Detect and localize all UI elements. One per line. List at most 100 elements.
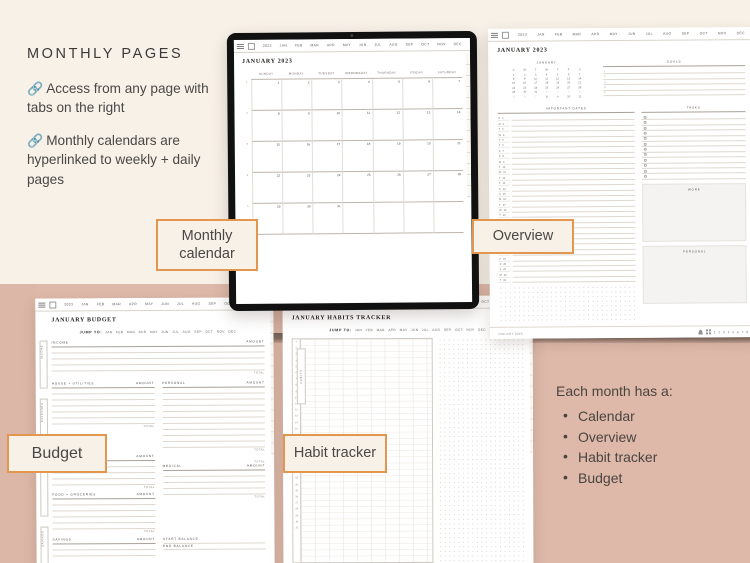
jump-month-tab[interactable]: MAR [377, 328, 385, 332]
side-month-tab[interactable] [270, 410, 274, 422]
calendar-day-cell[interactable]: 5 [371, 78, 403, 110]
jump-month-tab[interactable]: JAN [355, 328, 362, 332]
month-tab[interactable]: JAN [81, 302, 88, 306]
month-tab[interactable]: SEP [208, 302, 216, 306]
personal-note-box[interactable]: PERSONAL [642, 244, 747, 304]
budget-jump-nav[interactable]: JUMP TO: JAN FEB MAR APR MAY JUN JUL AUG SEP OCT N… [51, 329, 264, 335]
tasks-checklist[interactable] [641, 114, 746, 180]
jump-month-tab[interactable]: DEC [478, 328, 486, 332]
calendar-day-cell[interactable]: 14 [432, 108, 463, 140]
side-month-tab[interactable] [529, 375, 533, 387]
section-rows[interactable] [162, 386, 266, 448]
calendar-day-cell[interactable]: 15 [251, 141, 283, 173]
month-tab[interactable]: MAR [573, 32, 582, 36]
goal-line[interactable]: 5 [603, 89, 746, 97]
checkbox-icon[interactable] [643, 126, 648, 130]
jump-month-tab[interactable]: SEP [444, 328, 452, 332]
month-tab[interactable]: DEC [454, 42, 462, 46]
month-tab[interactable]: MAR [310, 43, 319, 47]
section-rows[interactable] [52, 498, 155, 530]
checkbox-icon[interactable] [644, 164, 648, 168]
side-month-tab[interactable] [466, 130, 471, 143]
calendar-day-cell[interactable]: 11 [341, 109, 373, 141]
jump-month-tab[interactable]: FEB [366, 328, 373, 332]
jump-month-tab[interactable]: JUL [422, 328, 429, 332]
page-number[interactable]: 6 [737, 330, 739, 334]
mini-calendar-day[interactable]: 10 [563, 95, 574, 99]
jump-month-tab[interactable]: APR [139, 330, 147, 334]
jump-month-tab[interactable]: AUG [183, 330, 191, 334]
calendar-day-cell[interactable]: 16 [281, 140, 313, 173]
calendar-day-cell[interactable]: 18 [342, 140, 373, 172]
budget-edge-tabs[interactable] [269, 311, 275, 455]
goals-lines[interactable]: 123 45 [603, 68, 746, 97]
month-tab[interactable]: FEB [555, 32, 563, 36]
checkbox-icon[interactable] [643, 115, 647, 119]
side-tab-savings[interactable]: SAVINGS [40, 526, 49, 563]
page-number[interactable]: 3 [723, 330, 725, 334]
side-month-tab[interactable] [529, 430, 534, 442]
month-tab[interactable]: MAY [145, 302, 153, 306]
jump-month-tab[interactable]: NOV [466, 328, 474, 332]
hamburger-icon[interactable] [38, 301, 46, 309]
calendar-day-cell[interactable]: 30 [282, 202, 313, 235]
jump-month-list[interactable]: JAN FEB MAR APR MAY JUN JUL AUG SEP OCT NOV DEC [355, 328, 486, 332]
month-tab[interactable]: 2023 [518, 33, 527, 37]
jump-month-tab[interactable]: DEC [228, 330, 236, 334]
side-month-tab[interactable] [270, 443, 275, 455]
month-tab[interactable]: JUL [177, 302, 184, 306]
calendar-day-cell[interactable]: 26 [372, 171, 403, 203]
calendar-day-cell[interactable]: 10 [311, 109, 343, 141]
important-dates-lines[interactable] [511, 114, 637, 283]
page-number[interactable]: 4 [728, 330, 730, 334]
side-month-tab[interactable] [270, 344, 274, 356]
calendar-day-cell[interactable] [372, 202, 404, 234]
month-tab[interactable]: FEB [295, 43, 303, 47]
jump-month-tab[interactable]: MAR [127, 330, 135, 334]
mini-calendar-day[interactable]: 6 [519, 95, 530, 99]
jump-month-tab[interactable]: MAY [400, 328, 408, 332]
document-icon[interactable] [49, 301, 57, 309]
side-month-tab[interactable] [269, 311, 274, 323]
jump-month-tab[interactable]: MAY [150, 330, 158, 334]
mini-calendar-day[interactable]: 5 [508, 95, 519, 99]
calendar-day-cell[interactable]: 25 [342, 171, 373, 203]
month-tab[interactable]: 2023 [64, 302, 73, 306]
side-month-tab[interactable] [529, 353, 533, 365]
jump-month-tab[interactable]: JUL [172, 330, 179, 334]
side-month-tab[interactable] [529, 342, 533, 354]
side-month-tab[interactable] [466, 108, 471, 121]
side-month-tab[interactable] [270, 355, 274, 367]
grid-icon[interactable] [705, 329, 711, 335]
jump-month-tab[interactable]: AUG [432, 328, 440, 332]
side-month-tab[interactable] [270, 377, 274, 389]
jump-month-tab[interactable]: APR [388, 328, 396, 332]
side-month-tab[interactable] [529, 386, 533, 398]
side-month-tab[interactable] [270, 421, 274, 433]
calendar-day-cell[interactable]: 31 [312, 202, 343, 234]
calendar-day-cell[interactable]: 3 [311, 78, 342, 110]
work-note-box[interactable]: WORK [642, 182, 747, 242]
document-icon[interactable] [247, 42, 255, 50]
side-month-tab[interactable] [466, 97, 471, 110]
month-tab[interactable]: DEC [737, 31, 745, 35]
mini-calendar-day[interactable]: 9 [552, 95, 563, 99]
checkbox-icon[interactable] [644, 131, 648, 135]
jump-month-tab[interactable]: OCT [455, 328, 463, 332]
side-tab-habits[interactable]: HABITS [296, 348, 306, 405]
month-tab[interactable]: FEB [97, 302, 105, 306]
section-rows[interactable] [51, 345, 265, 372]
calendar-day-cell[interactable]: 13 [402, 108, 433, 141]
side-month-tab[interactable] [466, 64, 471, 77]
month-tab[interactable]: NOV [718, 31, 726, 35]
month-tab[interactable]: SEP [406, 42, 414, 46]
side-month-tab[interactable] [529, 408, 533, 420]
checkbox-icon[interactable] [644, 147, 648, 151]
jump-month-tab[interactable]: NOV [217, 330, 225, 334]
side-month-tab[interactable] [466, 141, 471, 154]
section-rows[interactable] [162, 469, 266, 495]
hamburger-icon[interactable] [236, 42, 244, 50]
calendar-day-cell[interactable]: 12 [372, 109, 403, 141]
task-row[interactable] [642, 173, 746, 180]
checkbox-icon[interactable] [644, 169, 648, 173]
